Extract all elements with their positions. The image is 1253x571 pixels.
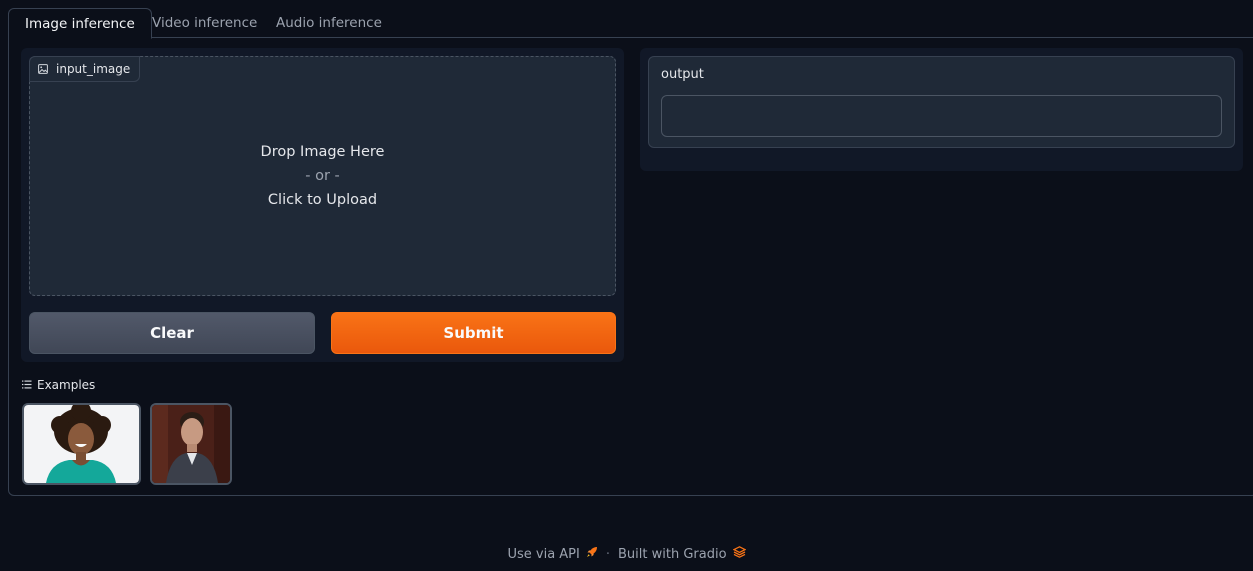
image-icon — [38, 64, 48, 74]
drop-image-text: Drop Image Here — [260, 144, 385, 160]
tab-video-inference[interactable]: Video inference — [152, 8, 257, 38]
footer-separator: · — [605, 546, 610, 562]
input-image-label: input_image — [29, 56, 141, 82]
submit-button[interactable]: Submit — [331, 312, 616, 354]
click-to-upload-text[interactable]: Click to Upload — [29, 188, 616, 212]
input-image-label-text: input_image — [56, 62, 131, 76]
rocket-icon — [586, 546, 598, 562]
output-label: output — [661, 67, 704, 82]
example-thumb-man[interactable] — [150, 403, 232, 485]
output-textbox[interactable] — [661, 95, 1222, 137]
tab-audio-inference[interactable]: Audio inference — [276, 8, 382, 38]
gradio-logo-icon — [732, 546, 746, 562]
footer: Use via API · Built with Gradio — [0, 546, 1253, 562]
or-text: - or - — [305, 168, 340, 184]
tab-image-inference[interactable]: Image inference — [8, 8, 152, 39]
use-via-api-label: Use via API — [507, 546, 580, 562]
example-thumb-woman[interactable] — [22, 403, 141, 485]
examples-header: Examples — [22, 378, 95, 392]
built-with-gradio-label: Built with Gradio — [618, 546, 727, 562]
list-icon — [22, 378, 32, 392]
use-via-api-link[interactable]: Use via API — [507, 546, 597, 562]
built-with-gradio-link[interactable]: Built with Gradio — [618, 546, 746, 562]
clear-button[interactable]: Clear — [29, 312, 315, 354]
tab-bar: Image inference Video inference Audio in… — [8, 8, 1253, 39]
examples-label: Examples — [37, 378, 96, 392]
dropzone-text: Drop Image Here - or - Click to Upload — [29, 140, 616, 212]
